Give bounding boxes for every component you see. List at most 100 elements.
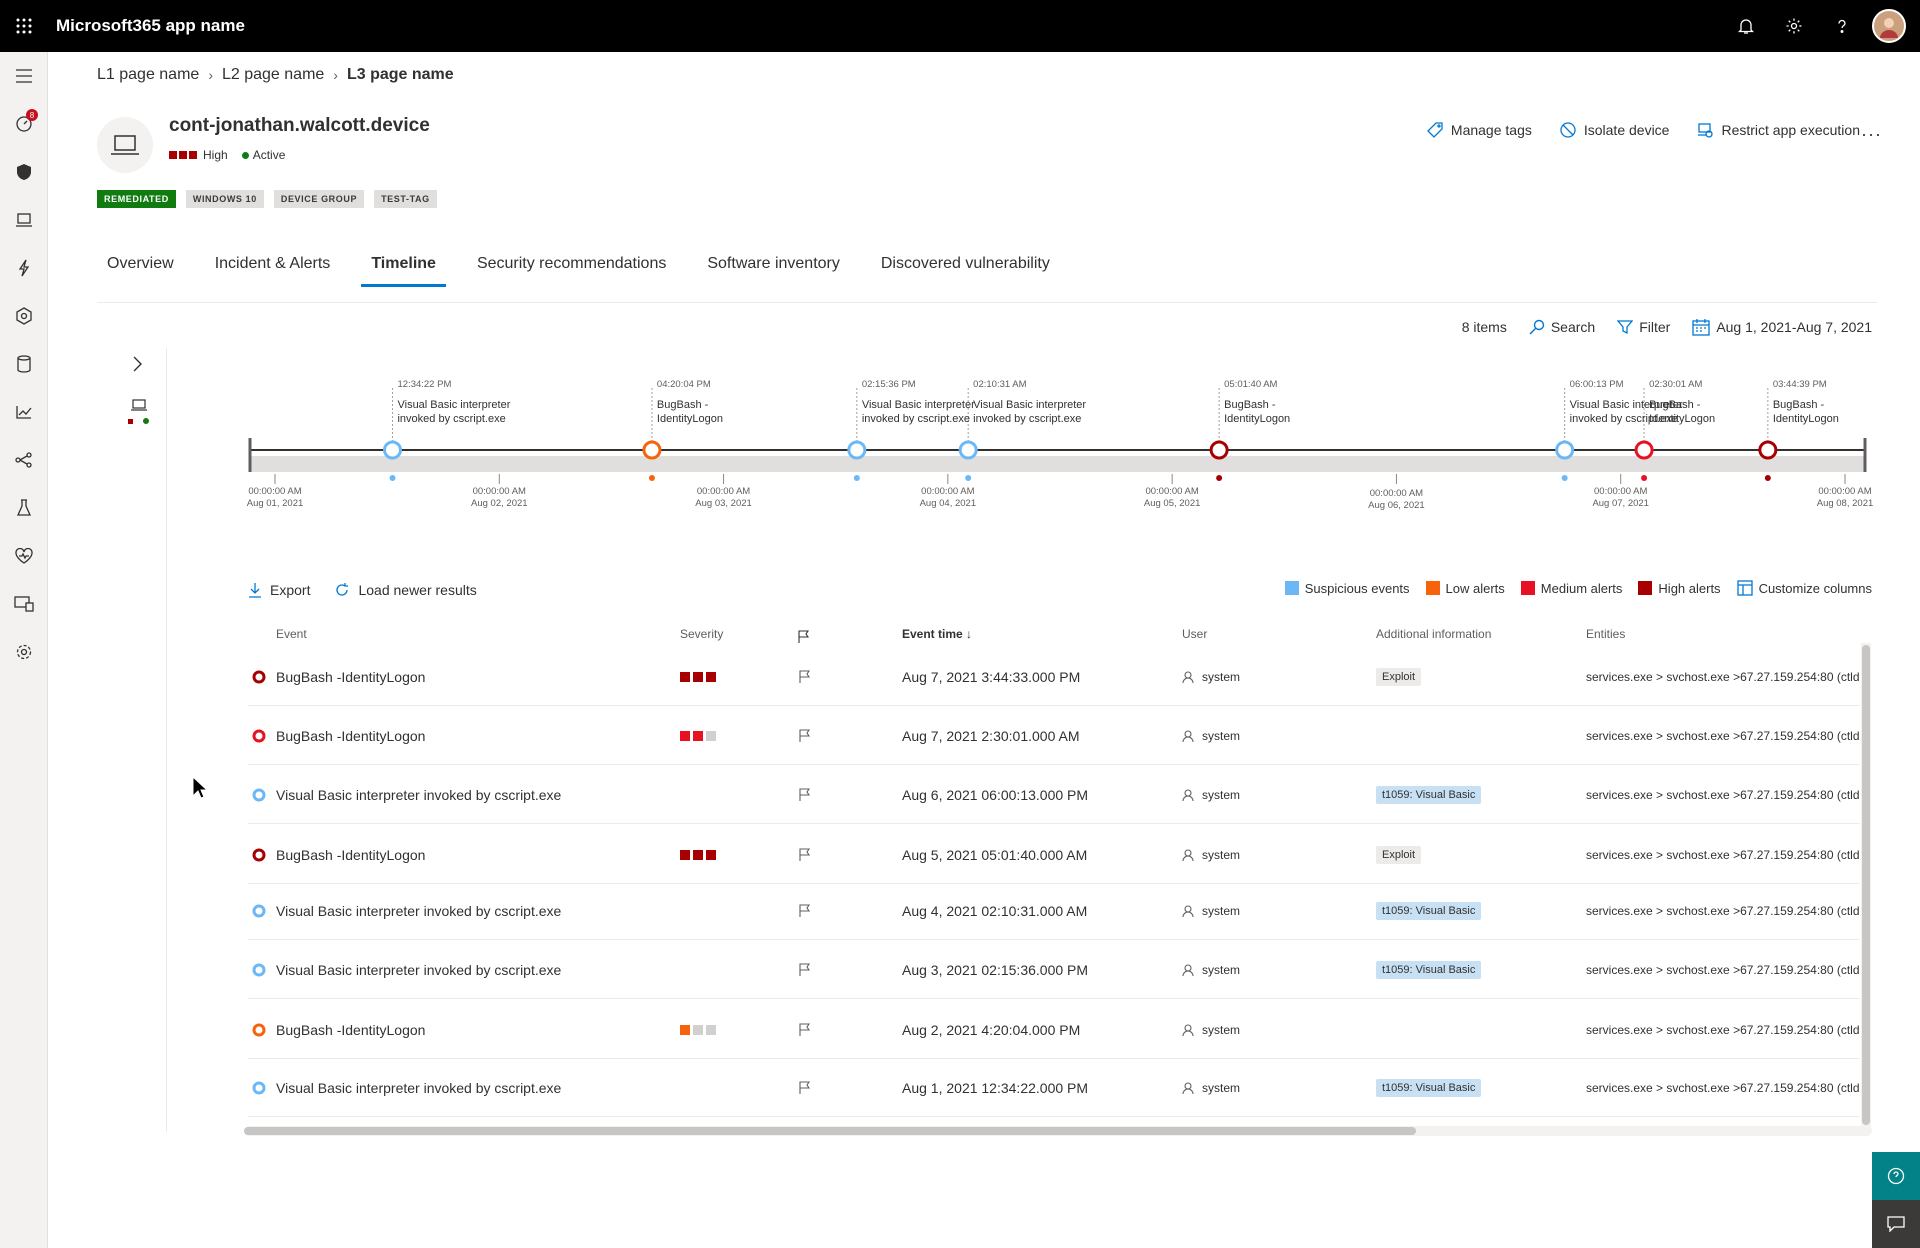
restrict-app-button[interactable]: Restrict app execution xyxy=(1697,122,1860,138)
col-header-severity[interactable]: Severity xyxy=(680,620,723,648)
notifications-bell-icon[interactable] xyxy=(1722,0,1770,52)
breadcrumb-l1[interactable]: L1 page name xyxy=(97,66,199,84)
col-header-event[interactable]: Event xyxy=(276,620,307,648)
lightning-nav-icon[interactable] xyxy=(0,244,48,292)
flag-icon[interactable] xyxy=(799,882,819,940)
event-title-label[interactable]: BugBash - IdentityLogon xyxy=(1224,398,1290,426)
col-header-additional-info[interactable]: Additional information xyxy=(1376,620,1491,648)
tab-overview[interactable]: Overview xyxy=(97,253,184,287)
more-actions-button[interactable]: ··· xyxy=(1861,124,1882,145)
table-row[interactable]: Visual Basic interpreter invoked by cscr… xyxy=(248,1059,1860,1117)
table-row[interactable]: Visual Basic interpreter invoked by cscr… xyxy=(248,766,1860,824)
event-kind-icon xyxy=(252,941,272,999)
shield-nav-icon[interactable] xyxy=(0,148,48,196)
help-button[interactable] xyxy=(1872,1152,1920,1200)
table-row[interactable]: Visual Basic interpreter invoked by cscr… xyxy=(248,941,1860,999)
event-title-line: IdentityLogon xyxy=(1224,413,1291,425)
severity-square xyxy=(706,1025,716,1035)
event-title-label[interactable]: Visual Basic interpreter invoked by cscri… xyxy=(397,398,510,426)
health-nav-icon[interactable] xyxy=(0,532,48,580)
additional-info xyxy=(1376,707,1576,765)
table-row[interactable]: BugBash -IdentityLogon Aug 7, 2021 2:30:0… xyxy=(248,707,1860,765)
help-question-icon[interactable] xyxy=(1818,0,1866,52)
event-title-label[interactable]: Visual Basic interpreter invoked by cscri… xyxy=(973,398,1086,426)
database-nav-icon[interactable] xyxy=(0,340,48,388)
manage-tags-button[interactable]: Manage tags xyxy=(1426,122,1532,138)
col-header-entities[interactable]: Entities xyxy=(1586,620,1625,648)
hamburger-menu-icon[interactable] xyxy=(0,52,48,100)
isolate-device-button[interactable]: Isolate device xyxy=(1560,122,1669,138)
settings-hex-nav-icon[interactable] xyxy=(0,292,48,340)
event-name[interactable]: Visual Basic interpreter invoked by cscr… xyxy=(276,882,666,940)
filter-button[interactable]: Filter xyxy=(1617,319,1670,335)
severity-square xyxy=(693,850,703,860)
info-badge: t1059: Visual Basic xyxy=(1376,902,1482,920)
breadcrumb-chevron-icon: › xyxy=(208,67,213,83)
load-newer-button[interactable]: Load newer results xyxy=(334,582,477,598)
search-icon xyxy=(1529,319,1545,335)
event-kind-icon xyxy=(252,826,272,884)
event-title-label[interactable]: Visual Basic interpreter invoked by cscri… xyxy=(862,398,975,426)
table-row[interactable]: BugBash -IdentityLogon Aug 2, 2021 4:20:0… xyxy=(248,1001,1860,1059)
event-name[interactable]: BugBash -IdentityLogon xyxy=(276,707,666,765)
event-name[interactable]: BugBash -IdentityLogon xyxy=(276,826,666,884)
col-header-user[interactable]: User xyxy=(1182,620,1207,648)
event-name[interactable]: BugBash -IdentityLogon xyxy=(276,648,666,706)
tab-software-inventory[interactable]: Software inventory xyxy=(697,253,850,287)
lab-nav-icon[interactable] xyxy=(0,484,48,532)
entities: services.exe > svchost.exe >67.27.159.25… xyxy=(1586,848,1860,862)
table-row[interactable]: BugBash -IdentityLogon Aug 5, 2021 05:01:… xyxy=(248,826,1860,884)
event-title-label[interactable]: BugBash - IdentityLogon xyxy=(1773,398,1839,426)
tab-security-recommendations[interactable]: Security recommendations xyxy=(467,253,676,287)
horizontal-scrollbar-thumb[interactable] xyxy=(244,1127,1416,1135)
event-title-label[interactable]: BugBash - IdentityLogon xyxy=(657,398,723,426)
app-name[interactable]: Microsoft365 app name xyxy=(56,16,245,36)
event-title-label[interactable]: BugBash - IdentityLogon xyxy=(1649,398,1715,426)
graph-nav-icon[interactable] xyxy=(0,436,48,484)
table-row[interactable]: Visual Basic interpreter invoked by cscr… xyxy=(248,882,1860,940)
device-status: Active xyxy=(252,148,286,162)
expand-chevron-icon[interactable] xyxy=(130,355,144,378)
settings-gear-icon[interactable] xyxy=(1770,0,1818,52)
feedback-button[interactable] xyxy=(1872,1200,1920,1248)
tab-incidents-alerts[interactable]: Incident & Alerts xyxy=(205,253,341,287)
flag-icon[interactable] xyxy=(799,766,819,824)
monitor-nav-icon[interactable] xyxy=(0,580,48,628)
vertical-scrollbar[interactable] xyxy=(1861,643,1871,1128)
incidents-nav-icon[interactable]: 8 xyxy=(0,100,48,148)
user-avatar[interactable] xyxy=(1872,9,1906,43)
breadcrumb-l2[interactable]: L2 page name xyxy=(222,66,324,84)
flag-icon[interactable] xyxy=(799,1059,819,1117)
app-launcher-icon[interactable] xyxy=(0,0,48,52)
vertical-scrollbar-thumb[interactable] xyxy=(1862,645,1870,1125)
event-name[interactable]: BugBash -IdentityLogon xyxy=(276,1001,666,1059)
legend-high: High alerts xyxy=(1638,581,1721,596)
export-button[interactable]: Export xyxy=(248,582,310,598)
person-icon xyxy=(1182,788,1194,801)
legend-suspicious: Suspicious events xyxy=(1284,581,1410,596)
tab-discovered-vulnerability[interactable]: Discovered vulnerability xyxy=(871,253,1060,287)
chat-icon xyxy=(1887,1216,1905,1232)
device-actions: Manage tags Isolate device Restrict app … xyxy=(1399,122,1860,138)
chart-nav-icon[interactable] xyxy=(0,388,48,436)
date-range-picker[interactable]: Aug 1, 2021-Aug 7, 2021 xyxy=(1692,318,1872,336)
severity-indicator xyxy=(680,648,760,706)
horizontal-scrollbar[interactable] xyxy=(244,1126,1872,1136)
event-name[interactable]: Visual Basic interpreter invoked by cscr… xyxy=(276,1059,666,1117)
info-badge: t1059: Visual Basic xyxy=(1376,961,1482,979)
event-name[interactable]: Visual Basic interpreter invoked by cscr… xyxy=(276,766,666,824)
flag-icon[interactable] xyxy=(799,1001,819,1059)
tab-timeline[interactable]: Timeline xyxy=(361,253,446,287)
flag-icon[interactable] xyxy=(799,941,819,999)
flag-icon[interactable] xyxy=(799,826,819,884)
tick-time: 00:00:00 AM xyxy=(1145,486,1199,497)
devices-nav-icon[interactable] xyxy=(0,196,48,244)
col-header-event-time[interactable]: Event time ↓ xyxy=(902,620,972,648)
flag-icon[interactable] xyxy=(799,707,819,765)
customize-columns-button[interactable]: Customize columns xyxy=(1736,580,1872,596)
table-row[interactable]: BugBash -IdentityLogon Aug 7, 2021 3:44:3… xyxy=(248,648,1860,706)
config-gear-nav-icon[interactable] xyxy=(0,628,48,676)
event-name[interactable]: Visual Basic interpreter invoked by cscr… xyxy=(276,941,666,999)
search-button[interactable]: Search xyxy=(1529,319,1595,335)
flag-icon[interactable] xyxy=(799,648,819,706)
